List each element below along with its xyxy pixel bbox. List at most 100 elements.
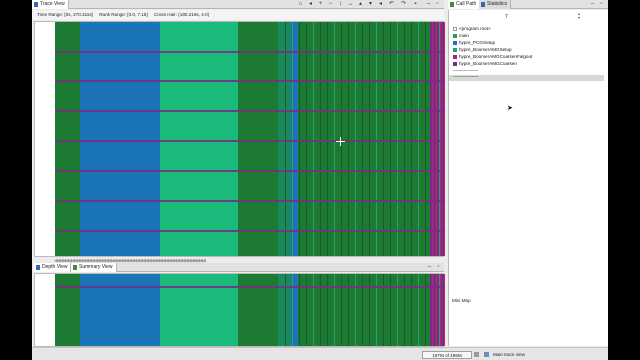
trace-segment xyxy=(80,22,160,256)
trace-stripe xyxy=(436,22,437,256)
rank-line xyxy=(55,170,445,172)
trace-segment xyxy=(238,22,278,256)
summary-view-icon xyxy=(73,265,77,270)
tab-statistics[interactable]: Statistics xyxy=(479,0,512,9)
maximize-icon[interactable]: ▫ xyxy=(435,264,442,271)
rank-line xyxy=(55,80,445,82)
undo-icon[interactable]: ↶ xyxy=(388,1,395,8)
left-icon[interactable]: ◂ xyxy=(377,1,384,8)
trace-stripe xyxy=(444,22,445,256)
tab-trace-view[interactable]: Trace View xyxy=(32,0,69,9)
save-icon[interactable]: ▪ xyxy=(412,1,419,8)
call-path-label: hypre_BoomerAMGCoarsen xyxy=(459,61,517,66)
call-path-separator: ------------------- xyxy=(453,74,479,79)
tab-statistics-label: Statistics xyxy=(487,1,508,7)
trace-stripe xyxy=(440,274,441,346)
minimize-icon[interactable]: – xyxy=(589,1,596,8)
tab-call-path[interactable]: Call Path xyxy=(448,0,481,9)
trace-stripe xyxy=(341,22,342,256)
trace-stripe xyxy=(434,22,435,256)
trace-stripe xyxy=(442,22,443,256)
zoom-out-icon[interactable]: − xyxy=(327,1,334,8)
call-path-separator: ------------------- xyxy=(453,68,479,73)
call-path-label: hypre_BoomerAMGSetup xyxy=(459,47,512,52)
maximize-icon[interactable]: ▫ xyxy=(434,1,441,8)
call-path-item[interactable]: hypre_BoomerAMGSetup xyxy=(453,46,512,53)
trace-stripe xyxy=(425,22,426,256)
call-path-item[interactable]: hypre_BoomerAMGCoarsenFalgout xyxy=(453,53,532,60)
depth-view-icon xyxy=(36,265,40,270)
tab-summary-view[interactable]: Summary View xyxy=(71,263,117,272)
trace-stripe xyxy=(299,274,300,346)
trace-stripe xyxy=(442,274,443,346)
depth-canvas[interactable] xyxy=(55,274,445,346)
trace-stripe xyxy=(376,274,377,346)
call-path-label: hypre_BoomerAMGCoarsenFalgout xyxy=(459,54,533,59)
status-icon xyxy=(484,352,489,357)
trace-stripe xyxy=(334,22,335,256)
trace-stripe xyxy=(292,22,293,256)
minimize-icon[interactable]: – xyxy=(426,264,433,271)
trace-view-icon xyxy=(34,2,38,7)
trace-stripe xyxy=(306,274,307,346)
trace-stripe xyxy=(432,274,433,346)
trace-segment xyxy=(238,274,278,346)
trace-segment xyxy=(160,274,238,346)
trace-segment xyxy=(55,274,80,346)
mouse-cursor-icon: ➤ xyxy=(507,105,513,112)
trace-segment xyxy=(55,22,80,256)
trace-stripe xyxy=(362,274,363,346)
fit-icon[interactable]: ↔ xyxy=(347,1,354,8)
trace-stripe xyxy=(436,274,437,346)
call-path-item[interactable]: <program root> xyxy=(453,25,491,32)
depth-spinner[interactable]: 7 xyxy=(505,14,508,20)
trace-stripe xyxy=(432,22,433,256)
rank-ruler xyxy=(35,22,55,256)
trash-icon[interactable] xyxy=(474,352,479,357)
rank-line xyxy=(55,51,445,53)
rank-line xyxy=(55,200,445,202)
maximize-icon[interactable]: ▫ xyxy=(598,1,605,8)
depth-view-panel[interactable] xyxy=(34,273,445,347)
trace-stripe xyxy=(348,22,349,256)
trace-stripe xyxy=(285,274,286,346)
trace-segment xyxy=(298,22,330,256)
memory-indicator[interactable]: 197M of 469M xyxy=(422,351,472,359)
down-icon[interactable]: ▾ xyxy=(367,1,374,8)
trace-stripe xyxy=(390,274,391,346)
depth-spinner-arrows[interactable]: ▴ ▾ xyxy=(578,12,580,20)
trace-stripe xyxy=(341,274,342,346)
color-swatch xyxy=(453,40,457,45)
call-path-item[interactable]: hypre_PCGSetup xyxy=(453,39,495,46)
redo-icon[interactable]: ↷ xyxy=(400,1,407,8)
call-path-item[interactable]: hypre_BoomerAMGCoarsen xyxy=(453,60,517,67)
trace-stripe xyxy=(327,22,328,256)
trace-view-panel[interactable] xyxy=(34,21,445,257)
color-swatch xyxy=(453,54,457,59)
trace-segment xyxy=(298,274,330,346)
trace-stripe xyxy=(404,274,405,346)
trace-segment xyxy=(330,22,430,256)
trace-segment xyxy=(80,274,160,346)
up-icon[interactable]: ▴ xyxy=(357,1,364,8)
trace-stripe xyxy=(306,22,307,256)
minimize-icon[interactable]: – xyxy=(425,1,432,8)
call-path-panel: 7 ▴ ▾ <program root> main hypre_PCGSetup … xyxy=(448,10,608,346)
expand-icon[interactable]: ↕ xyxy=(337,1,344,8)
time-range-text: Time Range: [0s, 270.311s] xyxy=(37,12,93,17)
trace-canvas[interactable] xyxy=(55,22,445,256)
rank-line xyxy=(55,230,445,232)
trace-stripe xyxy=(418,22,419,256)
trace-stripe xyxy=(397,22,398,256)
trace-stripe xyxy=(397,274,398,346)
trace-stripe xyxy=(440,22,441,256)
trace-stripe xyxy=(438,274,439,346)
call-path-item[interactable]: main xyxy=(453,32,469,39)
trace-stripe xyxy=(444,274,445,346)
color-swatch xyxy=(453,47,457,52)
back-icon[interactable]: ◂ xyxy=(307,1,314,8)
trace-stripe xyxy=(369,274,370,346)
tab-depth-view[interactable]: Depth View xyxy=(34,263,72,272)
home-icon[interactable]: ⌂ xyxy=(297,1,304,8)
zoom-in-icon[interactable]: + xyxy=(317,1,324,8)
